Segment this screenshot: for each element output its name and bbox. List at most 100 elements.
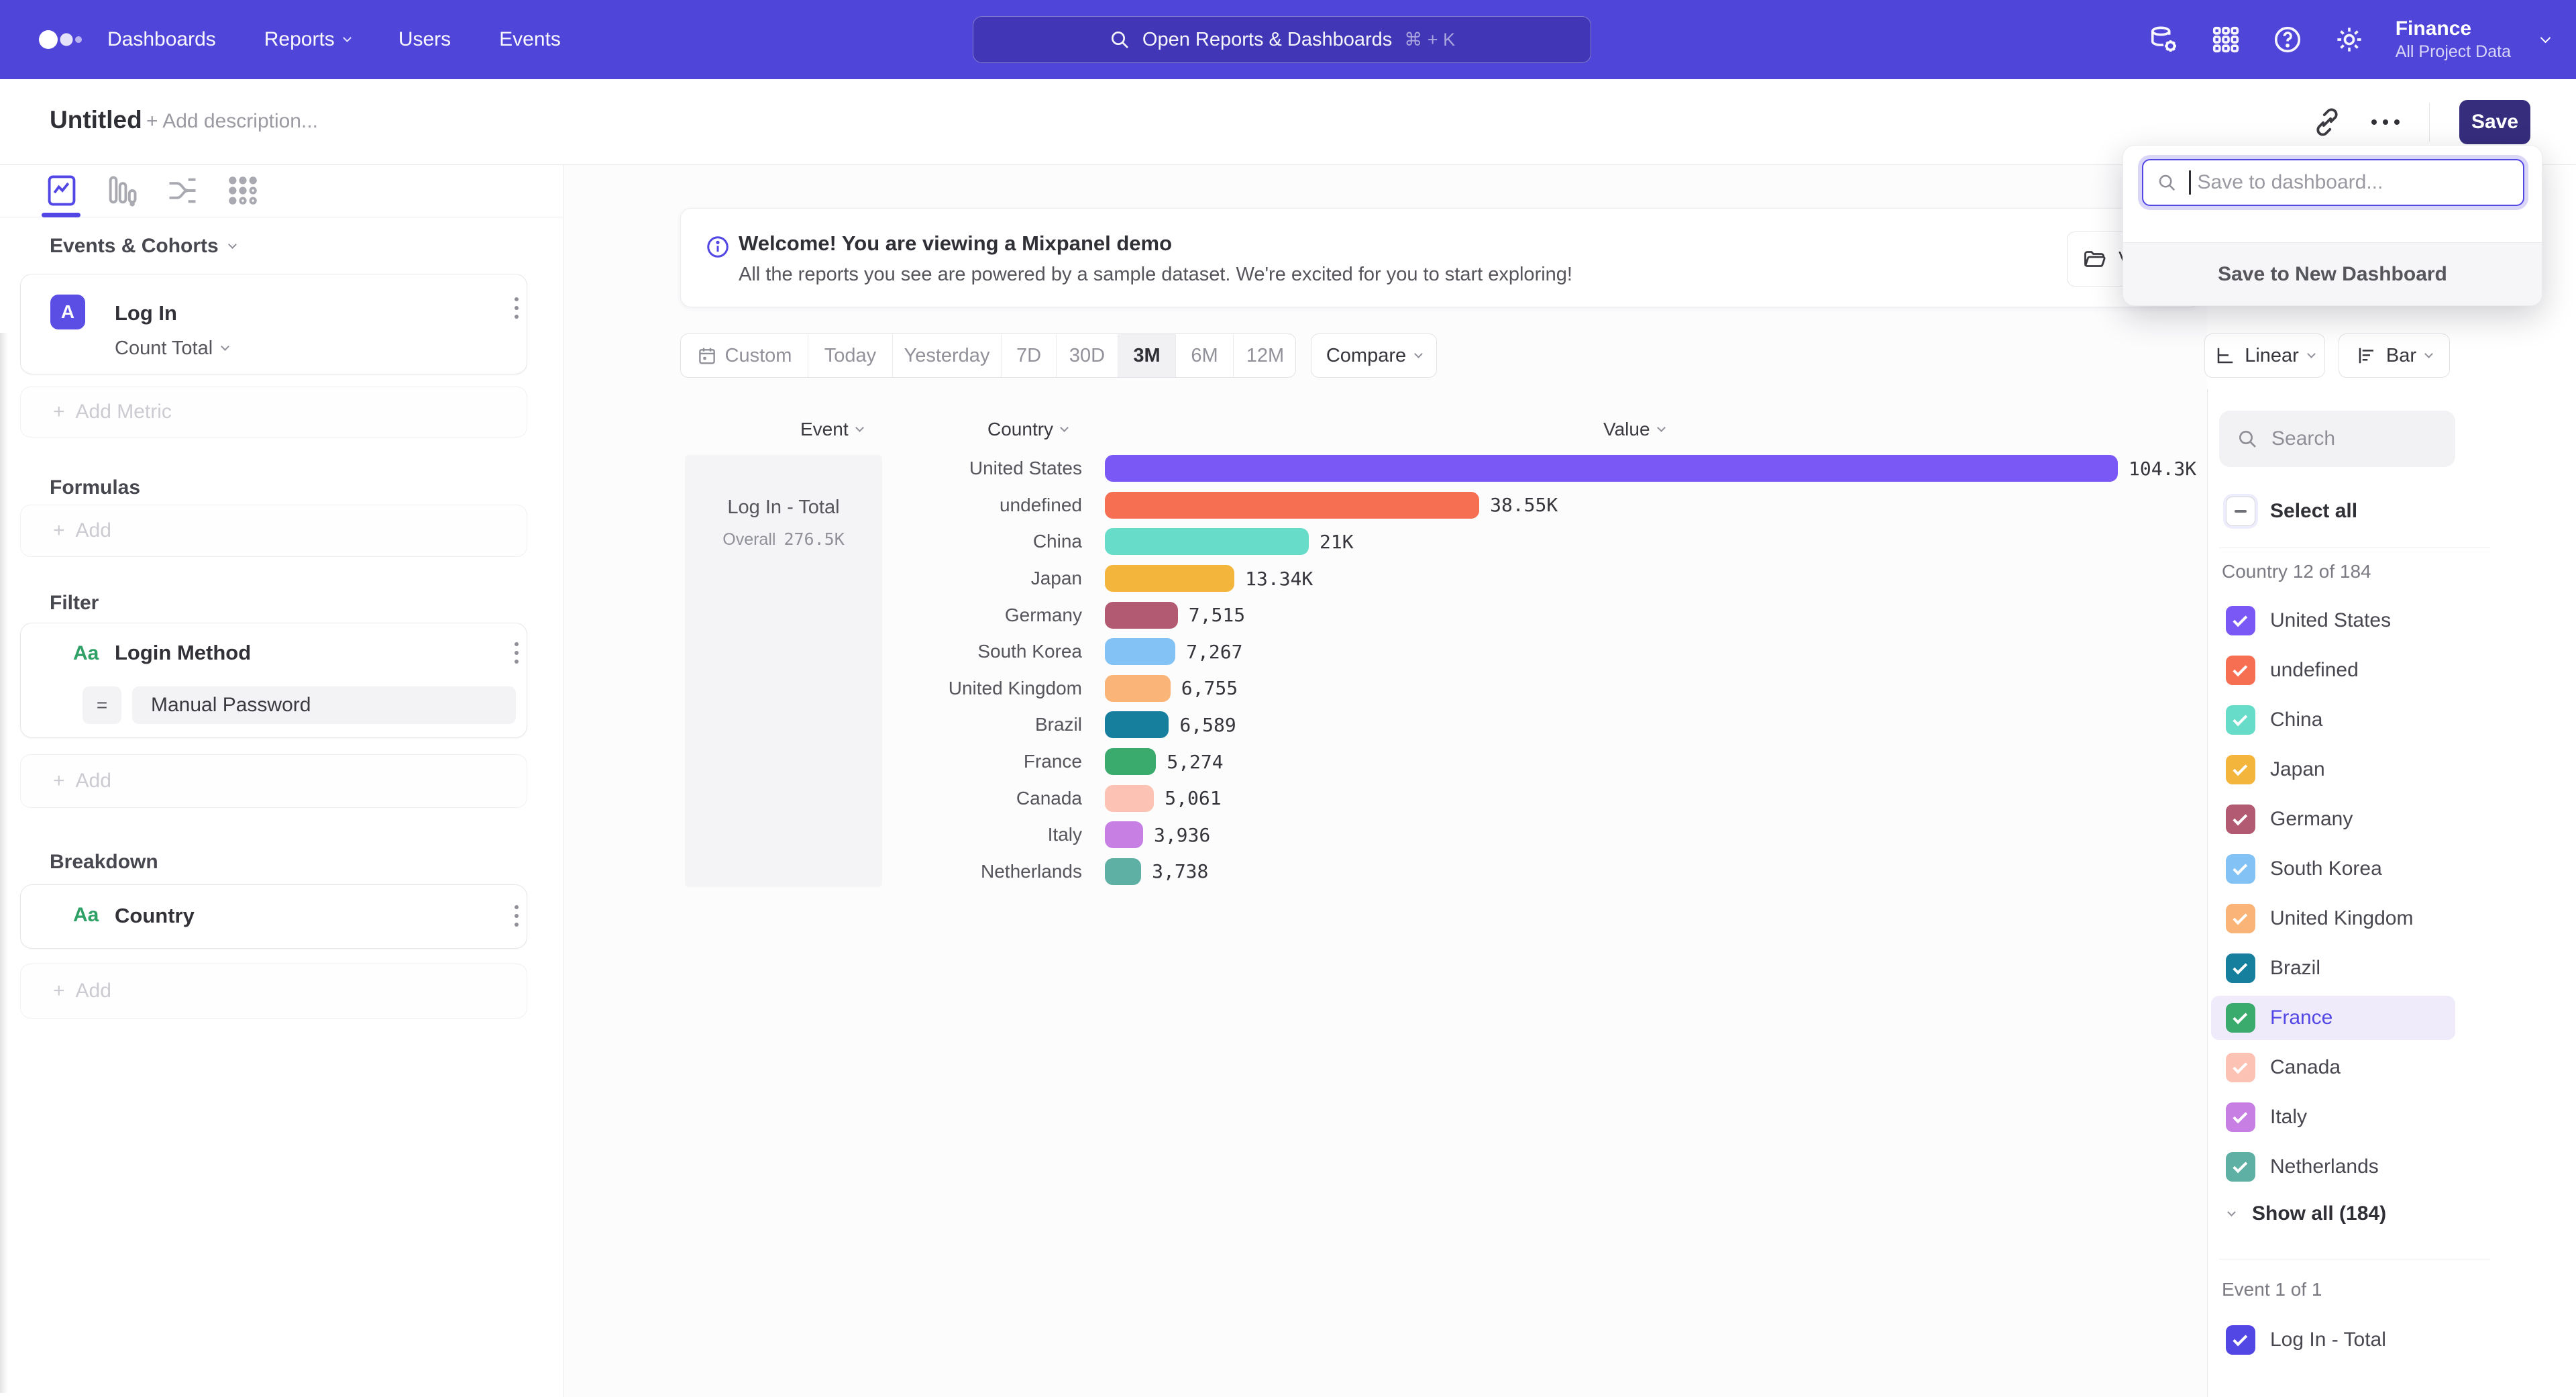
global-search-button[interactable]: Open Reports & Dashboards ⌘ + K — [973, 16, 1591, 63]
add-metric-button[interactable]: +Add Metric — [20, 386, 527, 437]
save-dashboard-search[interactable] — [2142, 159, 2524, 206]
events-cohorts-heading[interactable]: Events & Cohorts — [50, 235, 235, 258]
bar-united-kingdom[interactable] — [1105, 675, 1171, 702]
filter-card-login-method[interactable]: Aa Login Method = Manual Password — [20, 623, 527, 738]
country-item-united-states[interactable]: United States — [2208, 596, 2576, 645]
country-item-netherlands[interactable]: Netherlands — [2208, 1142, 2576, 1192]
breakdown-property[interactable]: Country — [115, 904, 195, 928]
apps-grid-icon[interactable] — [2210, 24, 2241, 55]
tab-funnels-icon[interactable] — [105, 173, 140, 208]
column-header-event[interactable]: Event — [800, 419, 863, 440]
country-item-japan[interactable]: Japan — [2208, 745, 2576, 794]
bar-italy[interactable] — [1105, 821, 1143, 848]
column-header-value[interactable]: Value — [1603, 419, 1664, 440]
metric-name[interactable]: Log In — [115, 301, 177, 325]
bar-netherlands[interactable] — [1105, 858, 1141, 885]
bar-brazil[interactable] — [1105, 711, 1169, 738]
copy-link-icon[interactable] — [2312, 107, 2342, 137]
chevron-down-icon[interactable] — [2540, 32, 2551, 43]
checkbox-canada[interactable] — [2226, 1053, 2255, 1082]
select-all-row[interactable]: Select all — [2226, 497, 2357, 526]
checkbox-italy[interactable] — [2226, 1102, 2255, 1132]
range-custom[interactable]: Custom — [681, 334, 808, 377]
chevron-down-icon — [2227, 1208, 2236, 1217]
country-item-undefined[interactable]: undefined — [2208, 645, 2576, 695]
checkbox-united-kingdom[interactable] — [2226, 904, 2255, 933]
nav-item-dashboards[interactable]: Dashboards — [107, 28, 216, 51]
range-today[interactable]: Today — [808, 334, 893, 377]
country-item-china[interactable]: China — [2208, 695, 2576, 745]
legend-search-input[interactable] — [2271, 427, 2439, 450]
metric-card-log-in[interactable]: A Log In Count Total — [20, 274, 527, 374]
range-7d[interactable]: 7D — [1002, 334, 1057, 377]
help-icon[interactable] — [2272, 24, 2303, 55]
event-item-log-in-total[interactable]: Log In - Total — [2208, 1315, 2576, 1365]
checkmark-icon — [2233, 761, 2247, 776]
bar-united-states[interactable] — [1105, 455, 2118, 482]
range-3m[interactable]: 3M — [1118, 334, 1176, 377]
tab-insights-icon[interactable] — [44, 173, 79, 208]
filter-kebab-icon[interactable] — [515, 642, 519, 664]
checkbox-japan[interactable] — [2226, 755, 2255, 784]
tab-retention-icon[interactable] — [225, 173, 260, 208]
country-item-germany[interactable]: Germany — [2208, 794, 2576, 844]
add-formula-button[interactable]: +Add — [20, 505, 527, 557]
add-breakdown-button[interactable]: +Add — [20, 964, 527, 1019]
metric-kebab-icon[interactable] — [515, 297, 519, 319]
add-filter-button[interactable]: +Add — [20, 754, 527, 808]
tab-flows-icon[interactable] — [165, 173, 200, 208]
checkbox-germany[interactable] — [2226, 805, 2255, 834]
country-item-brazil[interactable]: Brazil — [2208, 943, 2576, 993]
add-description-field[interactable]: + Add description... — [146, 110, 318, 133]
legend-search[interactable] — [2219, 411, 2455, 467]
chart-type-bar-button[interactable]: Bar — [2339, 333, 2450, 378]
breakdown-kebab-icon[interactable] — [515, 905, 519, 927]
filter-operator[interactable]: = — [83, 686, 121, 724]
settings-gear-icon[interactable] — [2334, 24, 2365, 55]
checkbox-china[interactable] — [2226, 705, 2255, 735]
bar-south-korea[interactable] — [1105, 638, 1175, 665]
range-12m[interactable]: 12M — [1234, 334, 1296, 377]
checkbox-south-korea[interactable] — [2226, 854, 2255, 884]
show-all-toggle[interactable]: Show all (184) — [2229, 1202, 2386, 1225]
country-item-france[interactable]: France — [2208, 993, 2576, 1043]
bar-undefined[interactable] — [1105, 492, 1479, 519]
nav-item-reports[interactable]: Reports — [264, 28, 350, 51]
checkbox-brazil[interactable] — [2226, 953, 2255, 983]
more-options-icon[interactable] — [2371, 119, 2400, 125]
country-item-south-korea[interactable]: South Korea — [2208, 844, 2576, 894]
country-item-canada[interactable]: Canada — [2208, 1043, 2576, 1092]
project-switcher[interactable]: Finance All Project Data — [2396, 17, 2511, 62]
bar-canada[interactable] — [1105, 785, 1154, 812]
country-item-united-kingdom[interactable]: United Kingdom — [2208, 894, 2576, 943]
select-all-checkbox[interactable] — [2226, 497, 2255, 526]
nav-item-events[interactable]: Events — [499, 28, 561, 51]
checkbox-undefined[interactable] — [2226, 656, 2255, 685]
nav-item-users[interactable]: Users — [398, 28, 451, 51]
save-dashboard-input[interactable] — [2198, 171, 2493, 194]
report-title[interactable]: Untitled — [50, 106, 142, 134]
save-button[interactable]: Save — [2459, 100, 2530, 144]
checkbox-log-in-total[interactable] — [2226, 1325, 2255, 1355]
scale-linear-button[interactable]: Linear — [2204, 333, 2325, 378]
mixpanel-logo-icon[interactable] — [38, 25, 89, 54]
bar-china[interactable] — [1105, 528, 1309, 555]
filter-property[interactable]: Login Method — [115, 641, 251, 665]
save-to-new-dashboard-button[interactable]: Save to New Dashboard — [2123, 242, 2542, 305]
metric-aggregation[interactable]: Count Total — [115, 338, 228, 360]
range-yesterday[interactable]: Yesterday — [893, 334, 1002, 377]
bar-japan[interactable] — [1105, 565, 1234, 592]
country-item-italy[interactable]: Italy — [2208, 1092, 2576, 1142]
checkbox-netherlands[interactable] — [2226, 1152, 2255, 1182]
data-management-icon[interactable] — [2149, 24, 2180, 55]
breakdown-card-country[interactable]: Aa Country — [20, 884, 527, 949]
checkbox-united-states[interactable] — [2226, 606, 2255, 635]
compare-button[interactable]: Compare — [1311, 333, 1437, 378]
bar-france[interactable] — [1105, 748, 1156, 775]
range-6m[interactable]: 6M — [1176, 334, 1234, 377]
filter-value[interactable]: Manual Password — [132, 686, 516, 724]
checkbox-france[interactable] — [2226, 1003, 2255, 1033]
range-30d[interactable]: 30D — [1057, 334, 1118, 377]
bar-germany[interactable] — [1105, 602, 1178, 629]
column-header-country[interactable]: Country — [987, 419, 1067, 440]
